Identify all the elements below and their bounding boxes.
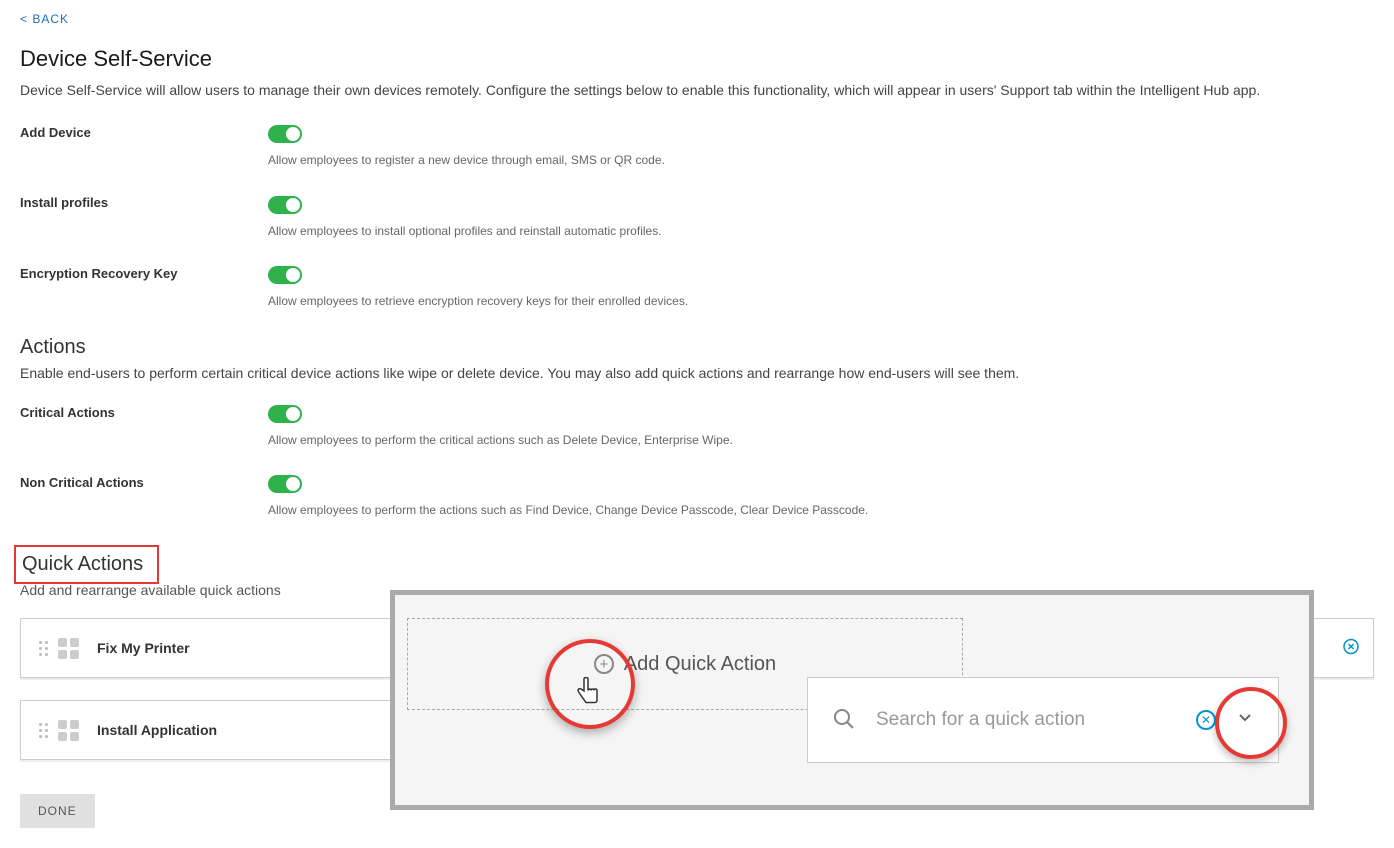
setting-help: Allow employees to install optional prof…	[268, 224, 1374, 238]
card-title: Fix My Printer	[97, 640, 190, 656]
setting-label: Add Device	[20, 125, 268, 140]
setting-help: Allow employees to perform the critical …	[268, 433, 1374, 447]
clear-icon[interactable]: ✕	[1196, 710, 1216, 730]
close-icon[interactable]	[1343, 639, 1359, 658]
drag-handle-icon[interactable]	[39, 641, 48, 656]
card-title: Install Application	[97, 722, 217, 738]
plus-icon: +	[594, 654, 614, 674]
setting-help: Allow employees to retrieve encryption r…	[268, 294, 1374, 308]
drag-handle-icon[interactable]	[39, 723, 48, 738]
setting-row-non-critical-actions: Non Critical Actions Allow employees to …	[20, 475, 1374, 517]
setting-row-add-device: Add Device Allow employees to register a…	[20, 125, 1374, 167]
setting-row-critical-actions: Critical Actions Allow employees to perf…	[20, 405, 1374, 447]
setting-label: Encryption Recovery Key	[20, 266, 268, 281]
setting-label: Non Critical Actions	[20, 475, 268, 490]
quick-action-search[interactable]: ✕	[807, 677, 1279, 763]
toggle-critical-actions[interactable]	[268, 405, 302, 423]
setting-help: Allow employees to perform the actions s…	[268, 503, 1374, 517]
search-input[interactable]	[876, 709, 1176, 731]
setting-label: Install profiles	[20, 195, 268, 210]
section-title-actions: Actions	[20, 336, 1374, 359]
highlight-quick-actions: Quick Actions	[14, 545, 159, 584]
chevron-down-icon[interactable]	[1236, 708, 1254, 732]
setting-help: Allow employees to register a new device…	[268, 153, 1374, 167]
toggle-add-device[interactable]	[268, 125, 302, 143]
done-button[interactable]: DONE	[20, 794, 95, 828]
back-link[interactable]: < BACK	[20, 12, 69, 26]
section-title-quick-actions: Quick Actions	[22, 553, 143, 576]
section-desc: Device Self-Service will allow users to …	[20, 80, 1374, 101]
search-icon	[832, 707, 856, 734]
toggle-encryption-key[interactable]	[268, 266, 302, 284]
instruction-overlay: + Add Quick Action ✕	[390, 590, 1314, 810]
setting-row-encryption-key: Encryption Recovery Key Allow employees …	[20, 266, 1374, 308]
toggle-install-profiles[interactable]	[268, 196, 302, 214]
add-quick-action-label: Add Quick Action	[624, 653, 776, 676]
setting-label: Critical Actions	[20, 405, 268, 420]
grid-icon	[58, 720, 79, 741]
grid-icon	[58, 638, 79, 659]
section-title-device-self-service: Device Self-Service	[20, 46, 1374, 72]
setting-row-install-profiles: Install profiles Allow employees to inst…	[20, 195, 1374, 237]
actions-desc: Enable end-users to perform certain crit…	[20, 365, 1374, 381]
toggle-non-critical-actions[interactable]	[268, 475, 302, 493]
